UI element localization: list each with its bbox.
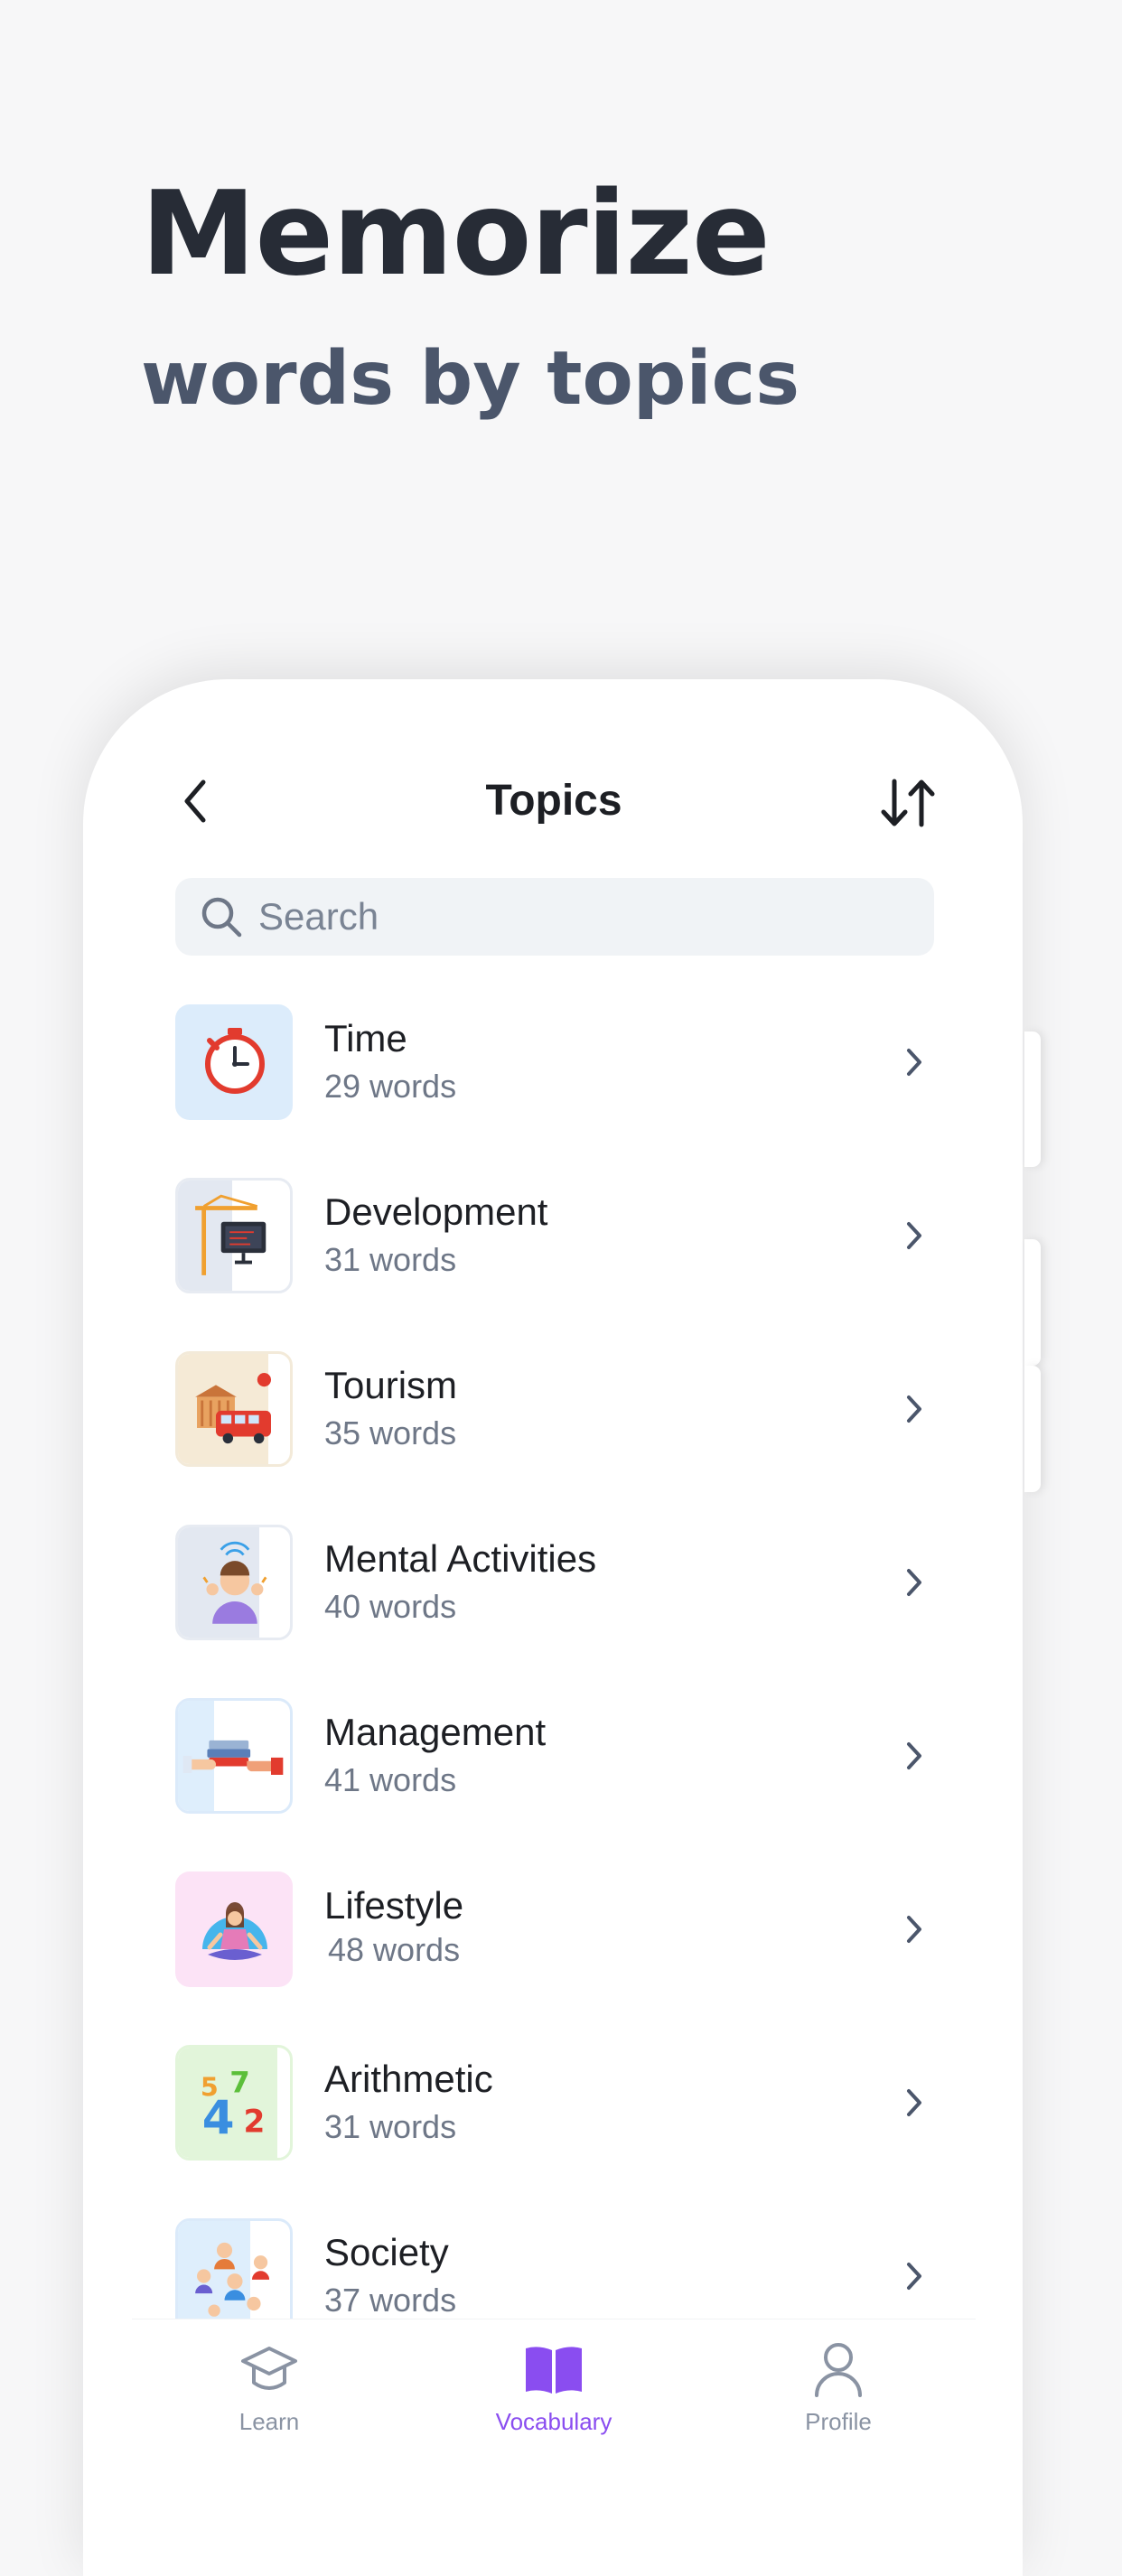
topic-word-count: 31 words [324, 2108, 457, 2145]
sort-arrows-icon [881, 779, 935, 827]
topic-title: Mental Activities [324, 1537, 597, 1580]
chevron-right-icon [894, 2083, 934, 2123]
topic-row-tourism[interactable]: Tourism 35 words [175, 1351, 934, 1469]
topic-title: Management [324, 1711, 547, 1753]
topic-word-count: 31 words [324, 1241, 457, 1278]
topic-word-count: 29 words [324, 1068, 457, 1105]
sort-button[interactable] [876, 774, 940, 832]
user-icon [739, 2338, 938, 2401]
topic-row-management[interactable]: Management 41 words [175, 1698, 934, 1815]
tab-bar: Learn Vocabulary Profile [132, 2319, 976, 2571]
chevron-right-icon [894, 1389, 934, 1429]
tab-profile[interactable]: Profile [739, 2338, 938, 2436]
topic-word-count: 40 words [324, 1588, 457, 1625]
tab-label: Learn [238, 2408, 300, 2435]
topic-word-count: 37 words [324, 2282, 457, 2319]
chevron-right-icon [894, 1216, 934, 1255]
topic-row-time[interactable]: Time 29 words [175, 1004, 934, 1122]
topic-title: Arithmetic [324, 2058, 493, 2100]
topic-word-count: 41 words [324, 1761, 457, 1798]
tab-label: Vocabulary [495, 2408, 612, 2435]
topic-row-development[interactable]: Development 31 words [175, 1178, 934, 1295]
nav-bar: Topics [132, 729, 976, 882]
tab-learn[interactable]: Learn [170, 2338, 369, 2436]
stopwatch-icon [175, 1004, 293, 1120]
topic-title: Development [324, 1190, 548, 1233]
topic-row-mental-activities[interactable]: Mental Activities 40 words [175, 1525, 934, 1642]
search-icon [199, 894, 244, 939]
topic-title: Society [324, 2231, 449, 2273]
tab-vocabulary[interactable]: Vocabulary [454, 2338, 653, 2436]
hero-title: Memorize [141, 167, 771, 302]
crane-computer-icon [175, 1178, 293, 1293]
phone-side-button [1024, 1366, 1041, 1492]
handing-papers-icon [175, 1698, 293, 1814]
page-title: Topics [485, 777, 622, 825]
search-bar[interactable] [175, 878, 934, 956]
open-book-icon [454, 2338, 653, 2401]
topic-title: Tourism [324, 1364, 458, 1406]
graduation-cap-icon [170, 2338, 369, 2401]
topic-title: Time [324, 1017, 407, 1059]
topic-row-lifestyle[interactable]: Lifestyle 48 words [175, 1871, 934, 1989]
svg-text:2: 2 [243, 2104, 265, 2140]
search-input[interactable] [257, 894, 893, 939]
topic-word-count: 35 words [324, 1414, 457, 1451]
thinking-person-icon [175, 1525, 293, 1640]
chevron-right-icon [894, 1042, 934, 1082]
chevron-right-icon [894, 1736, 934, 1776]
phone-frame: Topics Search Time 29 words Development … [83, 679, 1041, 2576]
people-group-icon [175, 2218, 293, 2334]
numbers-icon: 5 7 4 2 [175, 2045, 293, 2161]
chevron-right-icon [894, 1909, 934, 1949]
topic-word-count: 48 words [328, 1931, 461, 1968]
svg-text:4: 4 [202, 2091, 235, 2145]
hero-subtitle: words by topics [141, 336, 800, 422]
chevron-right-icon [894, 2256, 934, 2296]
bus-museum-icon [175, 1351, 293, 1467]
topic-title: Lifestyle [324, 1884, 464, 1927]
tab-label: Profile [805, 2408, 872, 2435]
chevron-right-icon [894, 1563, 934, 1602]
meditation-icon [175, 1871, 293, 1987]
phone-side-button [1024, 1031, 1041, 1167]
topic-row-arithmetic[interactable]: 5 7 4 2 Arithmetic 31 words [175, 2045, 934, 2162]
app-screen: Topics Search Time 29 words Development … [132, 729, 976, 2571]
phone-side-button [1024, 1239, 1041, 1366]
